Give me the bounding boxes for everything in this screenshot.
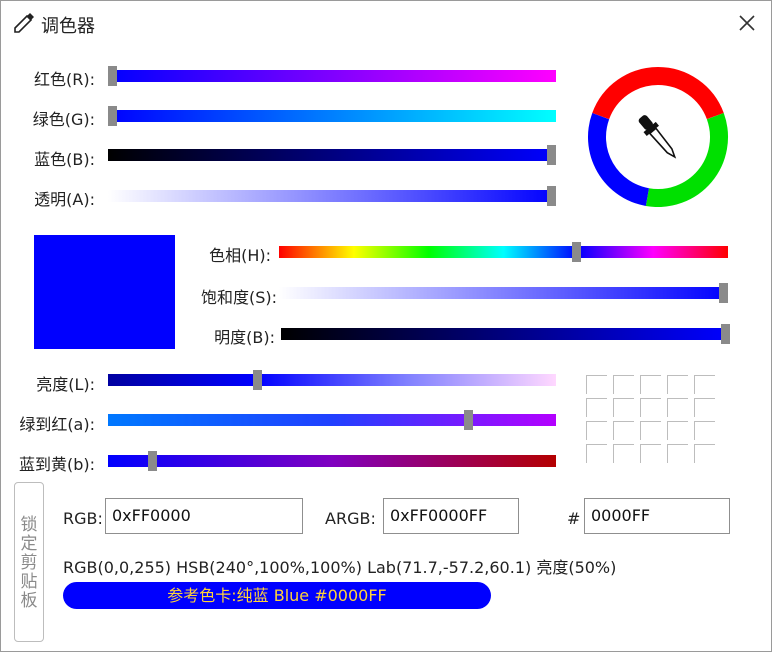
lock-clipboard-char: 剪 [20,553,38,573]
window-title: 调色器 [41,16,95,37]
lightness-label: 亮度(L): [36,375,95,394]
hex-field-label: # [567,509,581,528]
saved-color-cell[interactable] [640,398,661,417]
red-label: 红色(R): [34,70,95,89]
brightness-slider-thumb[interactable] [721,324,730,344]
eyedropper-icon[interactable] [635,112,681,162]
saved-color-cell[interactable] [613,421,634,440]
saved-color-cell[interactable] [694,398,715,417]
wheel-segment-red [592,67,724,120]
red-slider[interactable] [108,70,556,82]
saved-color-cell[interactable] [586,375,607,394]
blue-slider-thumb[interactable] [547,145,556,165]
blue-slider[interactable] [108,149,556,161]
saved-color-cell[interactable] [640,421,661,440]
eyedropper-icon [14,13,34,33]
close-icon[interactable] [735,11,759,35]
rgb-field[interactable]: 0xFF0000 [105,498,303,534]
blue-yellow-slider[interactable] [108,455,556,467]
green-red-slider[interactable] [108,414,556,426]
argb-field[interactable]: 0xFF0000FF [383,498,519,534]
lightness-slider[interactable] [108,374,556,386]
lock-clipboard-button[interactable]: 锁 定 剪 贴 板 [14,482,44,642]
saved-color-cell[interactable] [586,444,607,463]
alpha-slider-thumb[interactable] [547,186,556,206]
saved-color-cell[interactable] [586,421,607,440]
argb-field-label: ARGB: [325,509,376,528]
saved-color-cell[interactable] [694,444,715,463]
saved-color-cell[interactable] [613,398,634,417]
green-red-label: 绿到红(a): [19,415,95,434]
saved-color-cell[interactable] [667,444,688,463]
saved-color-cell[interactable] [694,375,715,394]
saturation-slider[interactable] [279,287,728,299]
saved-color-cell[interactable] [586,398,607,417]
green-slider-thumb[interactable] [108,106,117,126]
lock-clipboard-char: 贴 [20,572,38,592]
saturation-slider-thumb[interactable] [719,283,728,303]
alpha-label: 透明(A): [34,190,95,209]
brightness-label: 明度(B): [214,328,275,347]
lightness-slider-thumb[interactable] [253,370,262,390]
saved-color-cell[interactable] [640,375,661,394]
saved-color-cell[interactable] [694,421,715,440]
saved-color-cell[interactable] [667,375,688,394]
saved-color-cell[interactable] [667,421,688,440]
blue-yellow-label: 蓝到黄(b): [18,455,95,474]
saved-color-cell[interactable] [613,444,634,463]
rgb-field-label: RGB: [63,509,103,528]
hue-label: 色相(H): [209,246,271,265]
blue-yellow-slider-thumb[interactable] [148,451,157,471]
green-red-slider-thumb[interactable] [464,410,473,430]
saved-color-cell[interactable] [640,444,661,463]
green-slider[interactable] [108,110,556,122]
color-info-line: RGB(0,0,255) HSB(240°,100%,100%) Lab(71.… [63,558,617,577]
alpha-slider[interactable] [108,190,556,202]
green-label: 绿色(G): [32,110,95,129]
current-color-swatch [34,235,175,349]
color-picker-window: 调色器 红色(R): 绿色(G): 蓝色(B): 透明(A): 色相(H): 饱… [0,0,772,652]
wheel-segment-green [645,113,728,207]
blue-label: 蓝色(B): [34,150,95,169]
color-wheel[interactable] [586,67,730,207]
saved-color-cell[interactable] [613,375,634,394]
saved-color-cell[interactable] [667,398,688,417]
lock-clipboard-char: 板 [20,591,38,611]
wheel-segment-blue [588,113,650,206]
brightness-slider[interactable] [281,328,730,340]
saturation-label: 饱和度(S): [200,288,277,307]
hex-field[interactable]: 0000FF [584,498,730,534]
hue-slider-thumb[interactable] [572,242,581,262]
lock-clipboard-char: 定 [20,534,38,554]
hue-slider[interactable] [279,246,728,258]
lock-clipboard-char: 锁 [20,515,38,535]
red-slider-thumb[interactable] [108,66,117,86]
reference-color-card[interactable]: 参考色卡:纯蓝 Blue #0000FF [63,582,491,609]
